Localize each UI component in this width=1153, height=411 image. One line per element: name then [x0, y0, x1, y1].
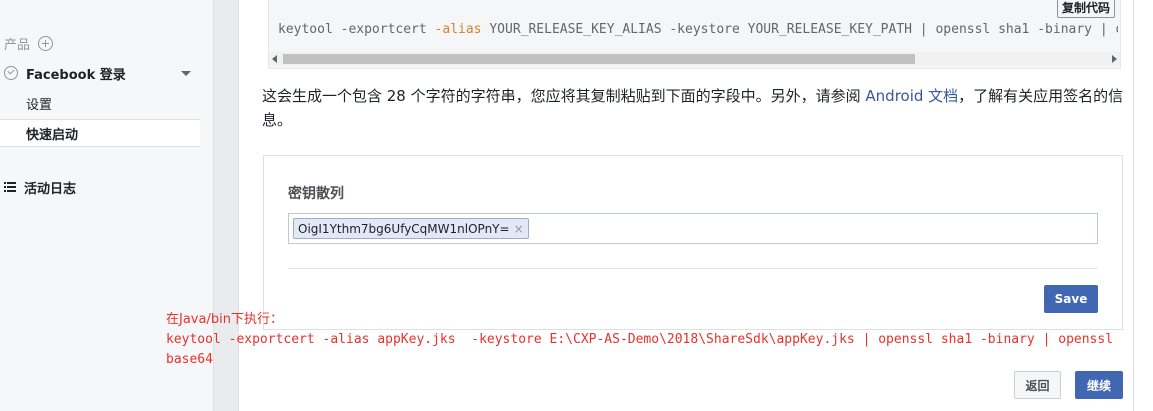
code-command[interactable]: keytool -exportcert -alias YOUR_RELEASE_… [278, 22, 1118, 37]
token-text: OigI1Ythm7bg6UfyCqMW1nlOPnY= [298, 221, 510, 236]
code-block: 复制代码 keytool -exportcert -alias YOUR_REL… [268, 0, 1121, 69]
code-suffix: YOUR_RELEASE_KEY_ALIAS -keystore YOUR_RE… [489, 22, 1118, 37]
caret-down-icon[interactable] [181, 71, 191, 76]
add-product-icon[interactable] [38, 35, 54, 51]
sidebar-item-activity-log[interactable]: 活动日志 [4, 178, 77, 197]
sidebar-item-label: Facebook 登录 [26, 67, 126, 83]
sidebar-item-quick-start[interactable]: 快速启动 [0, 119, 200, 147]
key-hash-card: 密钥散列 OigI1Ythm7bg6UfyCqMW1nlOPnY= × Save [263, 155, 1123, 330]
code-keyword: -alias [434, 22, 482, 37]
sidebar-item-label: 设置 [26, 97, 53, 113]
sidebar-item-label: 快速启动 [26, 127, 79, 143]
key-hash-token[interactable]: OigI1Ythm7bg6UfyCqMW1nlOPnY= × [293, 218, 529, 239]
annotation-line-1: keytool -exportcert -alias appKey.jks -k… [166, 332, 1114, 347]
check-circle-icon [4, 66, 18, 80]
sidebar-item-facebook-login[interactable]: Facebook 登录 [0, 62, 200, 84]
annotation-line-2: base64 [166, 352, 213, 367]
description-before-link: 这会生成一个包含 28 个字符的字符串，您应将其复制粘贴到下面的字段中。另外，请… [262, 87, 866, 105]
divider [288, 268, 1098, 269]
sidebar-products-label: 产品 [4, 37, 31, 53]
description-text: 这会生成一个包含 28 个字符的字符串，您应将其复制粘贴到下面的字段中。另外，请… [262, 84, 1124, 132]
code-prefix: keytool -exportcert [278, 22, 435, 37]
divider [1133, 0, 1134, 411]
horizontal-scrollbar[interactable] [269, 52, 1120, 66]
key-hash-input[interactable]: OigI1Ythm7bg6UfyCqMW1nlOPnY= × [288, 213, 1098, 244]
list-icon [4, 182, 16, 192]
sidebar-products-header: 产品 [4, 34, 54, 53]
scrollbar-thumb[interactable] [283, 54, 915, 64]
remove-token-icon[interactable]: × [514, 222, 524, 236]
sidebar-item-label: 活动日志 [24, 181, 77, 197]
continue-button[interactable]: 继续 [1075, 371, 1123, 399]
annotation-title: 在Java/bin下执行： [166, 312, 283, 327]
scroll-left-icon[interactable] [272, 55, 277, 63]
android-docs-link[interactable]: Android 文档 [865, 87, 958, 105]
copy-code-button[interactable]: 复制代码 [1056, 0, 1115, 18]
red-annotation: 在Java/bin下执行： keytool -exportcert -alias … [166, 310, 1113, 370]
back-button[interactable]: 返回 [1014, 371, 1061, 399]
sidebar-item-settings[interactable]: 设置 [0, 89, 200, 117]
save-button[interactable]: Save [1044, 285, 1098, 313]
scroll-right-icon[interactable] [1112, 55, 1117, 63]
key-hash-label: 密钥散列 [288, 186, 344, 202]
